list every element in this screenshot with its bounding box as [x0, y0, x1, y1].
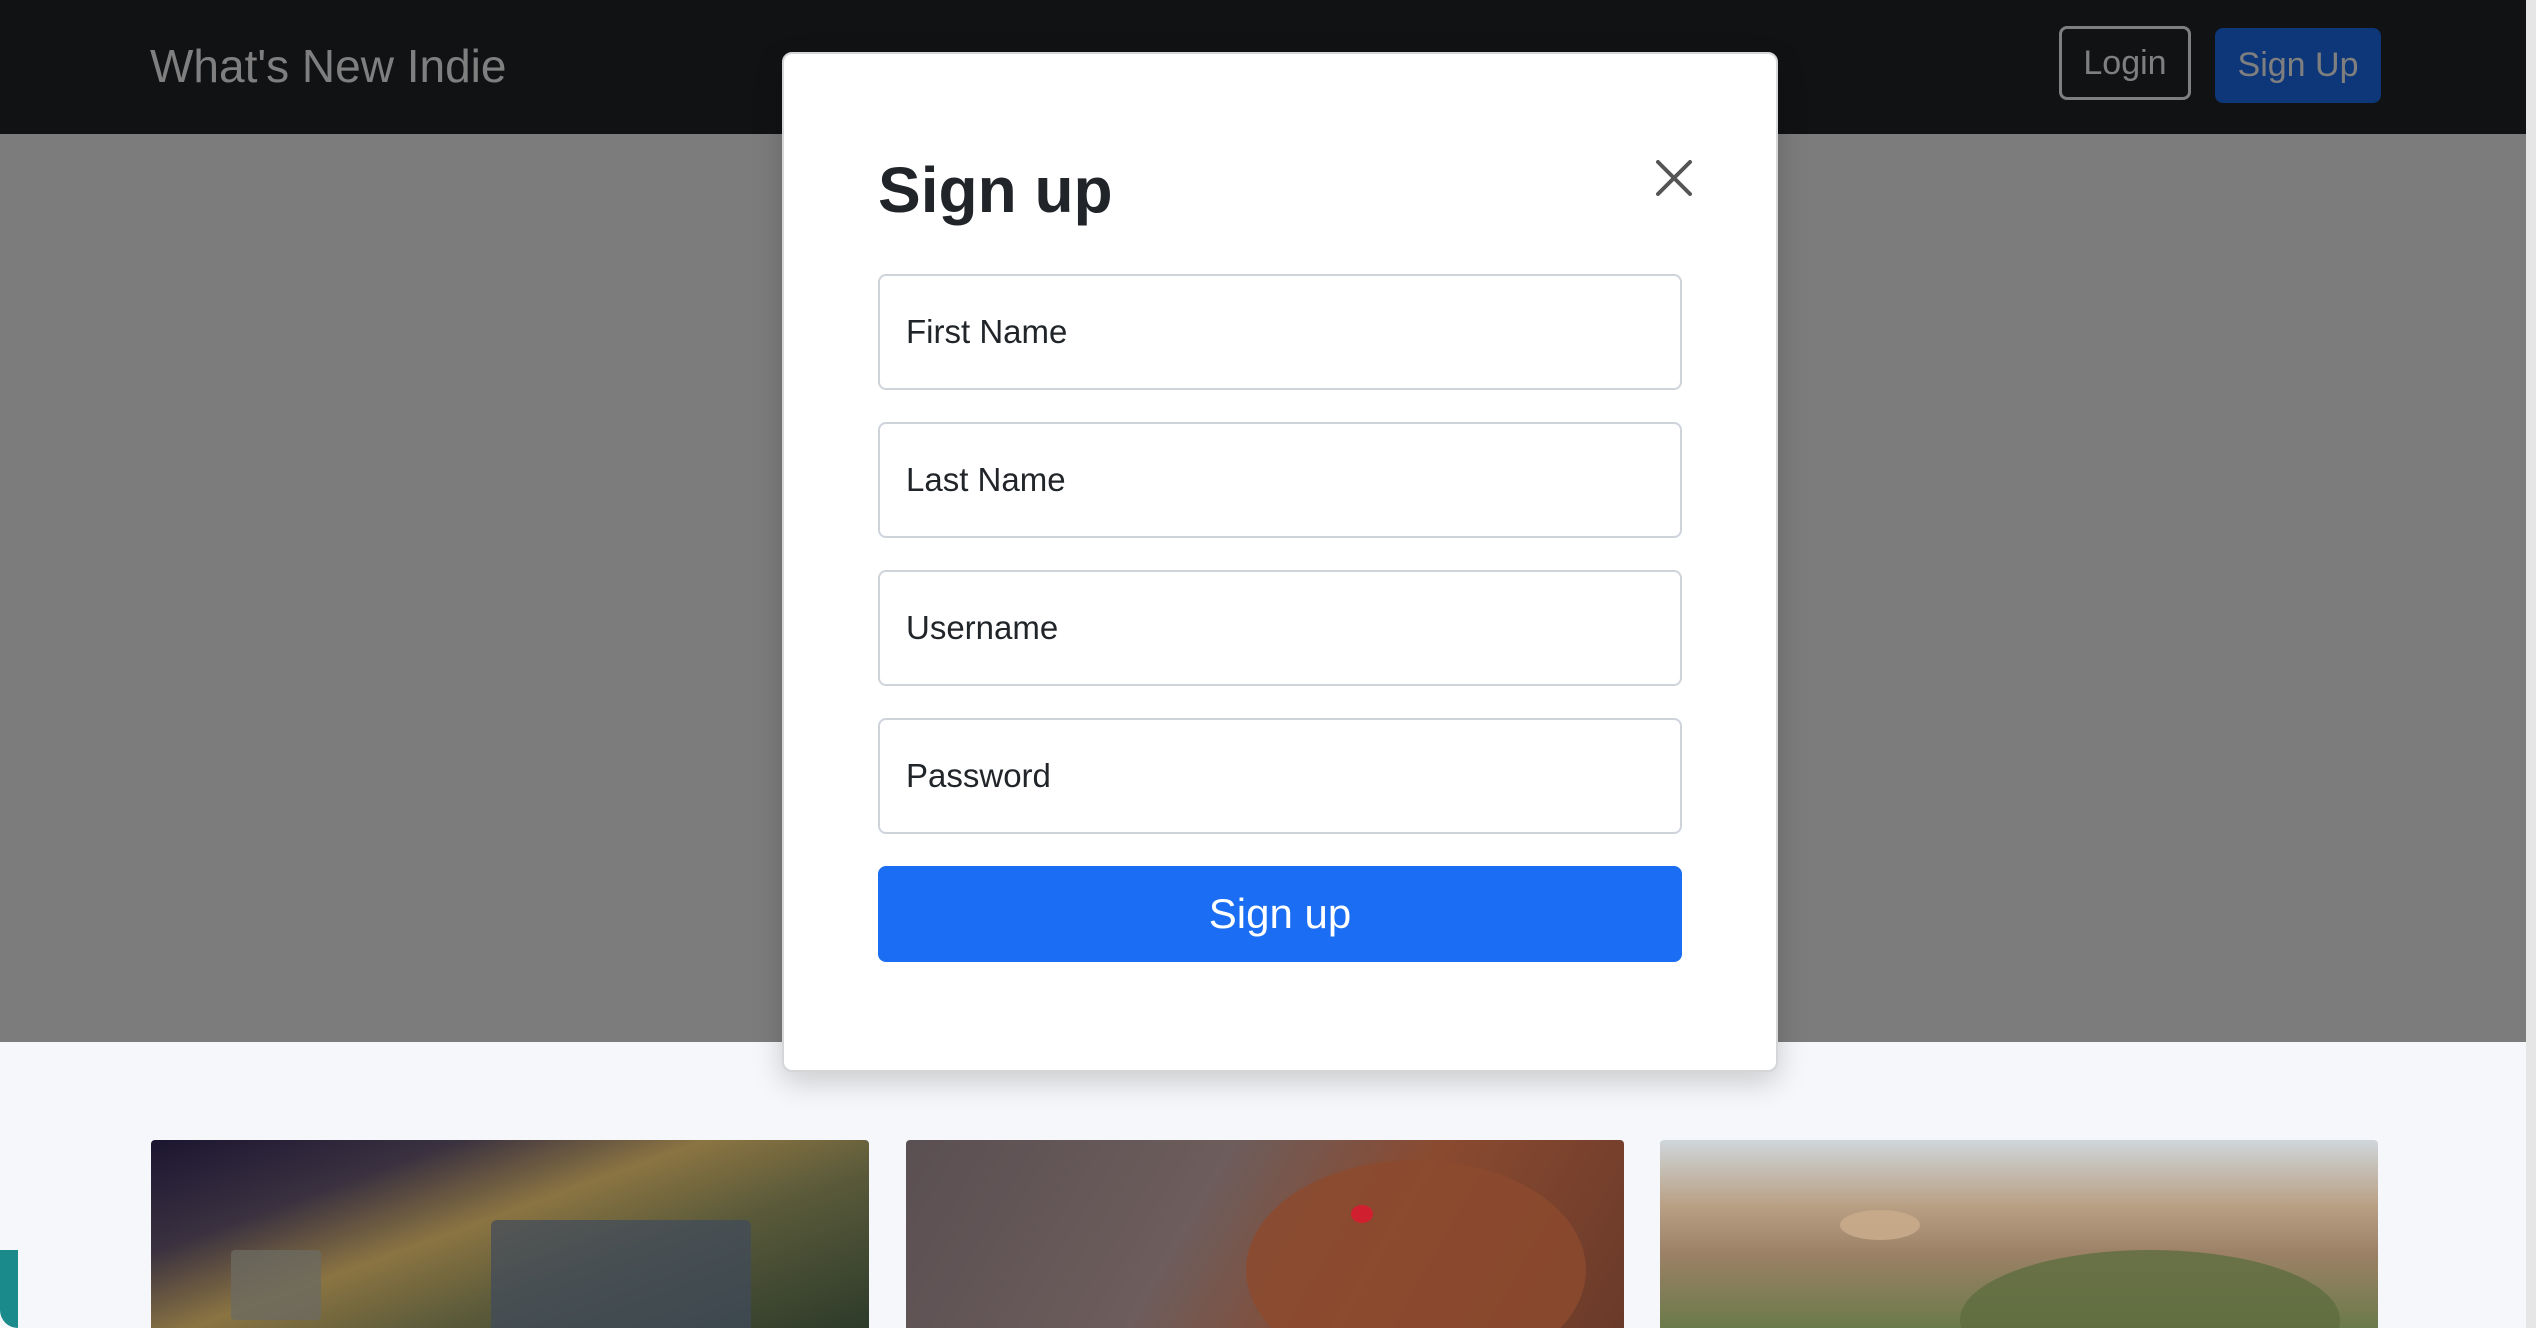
last-name-field[interactable]: Last Name: [878, 422, 1682, 538]
window-scrollbar[interactable]: [2526, 0, 2536, 1328]
game-card-3-image[interactable]: [1660, 1140, 2378, 1328]
password-placeholder: Password: [906, 757, 1051, 794]
game-card-1-image[interactable]: [151, 1140, 869, 1328]
password-field[interactable]: Password: [878, 718, 1682, 834]
signup-submit-button[interactable]: Sign up: [878, 866, 1682, 962]
username-field[interactable]: Username: [878, 570, 1682, 686]
window-corner-accent: [0, 1250, 18, 1328]
first-name-field[interactable]: First Name: [878, 274, 1682, 390]
game-card-2-image[interactable]: [906, 1140, 1624, 1328]
modal-title: Sign up: [878, 154, 1113, 226]
first-name-placeholder: First Name: [906, 313, 1068, 350]
username-placeholder: Username: [906, 609, 1059, 646]
close-icon[interactable]: [1644, 148, 1704, 208]
last-name-placeholder: Last Name: [906, 461, 1066, 498]
signup-modal: Sign up First Name Last Name Username Pa…: [782, 52, 1778, 1072]
